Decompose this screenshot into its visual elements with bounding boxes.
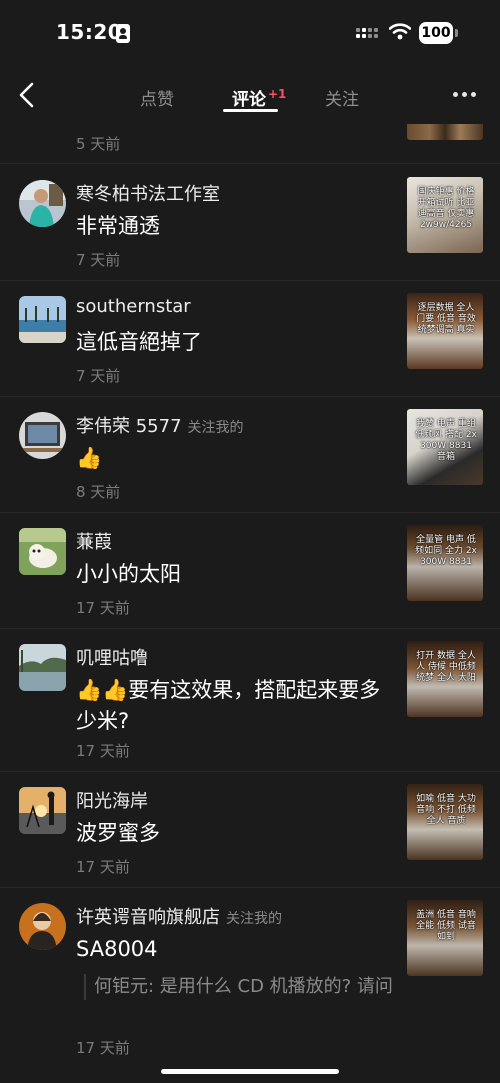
video-thumbnail[interactable]: 全量管 电声 低频如同 全力 2x300W 8831 [407, 525, 483, 601]
avatar[interactable] [19, 296, 66, 343]
avatar[interactable] [19, 180, 66, 227]
comment-text: SA8004 [76, 937, 158, 961]
username[interactable]: southernstar [76, 296, 191, 317]
battery-icon: 100 [419, 22, 453, 44]
list-item[interactable]: 阳光海岸 波罗蜜多 17 天前 如喻 低音 大功 音响 不打 低频 全人 音质 [0, 772, 500, 888]
thumbnail-caption: 我赞 电声 重组 低频风 搭配 2x300W 8831 音箱 [415, 419, 477, 462]
comment-feed[interactable]: 5 天前 寒冬柏书法工作室 非常通透 7 天前 国庆钜惠 价格 开箱试听 比亚迪… [0, 124, 500, 1069]
list-item[interactable]: 寒冬柏书法工作室 非常通透 7 天前 国庆钜惠 价格 开箱试听 比亚迪高音 仅卖… [0, 165, 500, 281]
comment-time: 17 天前 [76, 742, 130, 760]
video-thumbnail[interactable]: 打开 数据 全人 人 侍候 中低频 统梦 全人 太阳 [407, 641, 483, 717]
list-item[interactable]: 李伟荣 5577 关注我的 👍 8 天前 我赞 电声 重组 低频风 搭配 2x30… [0, 397, 500, 513]
thumbnail-caption: 盖洲 低音 音响 全能 低频 试音 如到 [416, 910, 476, 942]
comment-time: 8 天前 [76, 483, 121, 501]
quoted-reply[interactable]: 何钜元: 是用什么 CD 机播放的? 请问 [84, 974, 394, 1000]
follow-tag: 关注我的 [226, 911, 282, 927]
battery-tip [455, 29, 458, 37]
comment-time: 5 天前 [76, 135, 121, 153]
video-thumbnail[interactable] [407, 124, 483, 140]
list-item[interactable]: 许英谔音响旗舰店 关注我的 SA8004 何钜元: 是用什么 CD 机播放的? 请… [0, 888, 500, 1069]
signal-icon [356, 24, 380, 42]
username-text[interactable]: 许英谔音响旗舰店 [76, 907, 220, 928]
home-indicator[interactable] [161, 1069, 339, 1074]
username[interactable]: 叽哩咕噜 [76, 644, 148, 670]
list-item[interactable]: southernstar 這低音絕掉了 7 天前 逐层数据 全人门要 低音 音效… [0, 281, 500, 397]
comment-text: 👍 [76, 446, 103, 470]
more-dots-icon[interactable] [450, 92, 480, 100]
list-item[interactable]: 蒹葭 小小的太阳 17 天前 全量管 电声 低频如同 全力 2x300W 883… [0, 513, 500, 629]
tab-likes[interactable]: 点赞 [140, 85, 174, 110]
avatar[interactable] [19, 903, 66, 950]
username[interactable]: 蒹葭 [76, 528, 112, 554]
thumbnail-caption: 逐层数据 全人门要 低音 音效 统梦调高 真实 [416, 303, 476, 335]
comment-text: 非常通透 [76, 214, 160, 238]
nav-bar: 点赞 评论 +1 关注 [0, 68, 500, 124]
thumbnail-caption: 国庆钜惠 价格 开箱试听 比亚迪高音 仅卖惠 2w9w/4265 [417, 187, 475, 230]
comment-time: 7 天前 [76, 367, 121, 385]
comment-time: 7 天前 [76, 251, 121, 269]
avatar[interactable] [19, 412, 66, 459]
comment-text: 👍👍要有这效果，搭配起来要多少米? [76, 678, 381, 733]
id-card-icon [116, 24, 130, 43]
tab-comments[interactable]: 评论 [232, 85, 266, 110]
avatar[interactable] [19, 644, 66, 691]
thumbnail-caption: 全量管 电声 低频如同 全力 2x300W 8831 [415, 535, 477, 567]
comment-text: 小小的太阳 [76, 562, 181, 586]
chevron-left-icon[interactable] [14, 80, 42, 110]
status-time: 15:20 [56, 20, 123, 44]
username[interactable]: 许英谔音响旗舰店 关注我的 [76, 903, 282, 929]
video-thumbnail[interactable]: 盖洲 低音 音响 全能 低频 试音 如到 [407, 900, 483, 976]
tab-comments-badge: +1 [268, 87, 287, 101]
video-thumbnail[interactable]: 我赞 电声 重组 低频风 搭配 2x300W 8831 音箱 [407, 409, 483, 485]
username[interactable]: 阳光海岸 [76, 787, 148, 813]
comment-time: 17 天前 [76, 1039, 130, 1057]
tab-follow[interactable]: 关注 [325, 85, 359, 110]
status-bar: 15:20 100 [0, 0, 500, 68]
username-text[interactable]: 李伟荣 5577 [76, 416, 182, 437]
wifi-icon [389, 23, 411, 40]
comment-text: 波罗蜜多 [76, 821, 160, 845]
video-thumbnail[interactable]: 如喻 低音 大功 音响 不打 低频 全人 音质 [407, 784, 483, 860]
thumbnail-caption: 如喻 低音 大功 音响 不打 低频 全人 音质 [416, 794, 476, 826]
username[interactable]: 寒冬柏书法工作室 [76, 180, 220, 206]
avatar[interactable] [19, 787, 66, 834]
list-item-partial[interactable]: 5 天前 [0, 124, 500, 164]
active-tab-underline [223, 109, 278, 112]
follow-tag: 关注我的 [187, 420, 244, 436]
video-thumbnail[interactable]: 逐层数据 全人门要 低音 音效 统梦调高 真实 [407, 293, 483, 369]
list-item[interactable]: 叽哩咕噜 👍👍要有这效果，搭配起来要多少米? 17 天前 打开 数据 全人 人 … [0, 629, 500, 772]
comment-time: 17 天前 [76, 858, 130, 876]
comment-text: 這低音絕掉了 [76, 330, 202, 354]
thumbnail-caption: 打开 数据 全人 人 侍候 中低频 统梦 全人 太阳 [416, 651, 476, 683]
video-thumbnail[interactable]: 国庆钜惠 价格 开箱试听 比亚迪高音 仅卖惠 2w9w/4265 [407, 177, 483, 253]
comment-time: 17 天前 [76, 599, 130, 617]
username[interactable]: 李伟荣 5577 关注我的 [76, 412, 244, 438]
avatar[interactable] [19, 528, 66, 575]
